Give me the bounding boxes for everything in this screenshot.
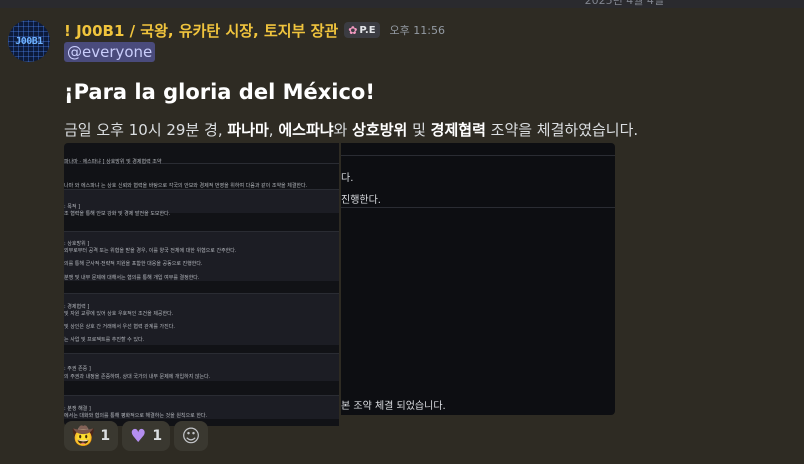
doc-separator <box>64 293 339 294</box>
top-strip: 2025년 4월 4일 <box>0 0 804 8</box>
doc-line: 의 주권과 내정을 존중하며, 상대 국가의 내부 문제에 개입하지 않는다. <box>64 374 211 380</box>
body-part: , <box>268 121 279 139</box>
body-part: 조약을 체결하였습니다. <box>485 121 639 139</box>
body-part: 와 <box>333 121 353 139</box>
date-divider: 2025년 4월 4일 <box>584 0 664 7</box>
body-bold-spain: 에스파냐 <box>278 121 334 139</box>
doc-line: 에서는 대화와 협의를 통해 평화적으로 해결하는 것을 원칙으로 한다. <box>64 413 208 419</box>
headline: ¡Para la gloria del México! <box>64 80 375 104</box>
reaction-count: 1 <box>152 428 163 444</box>
doc-line: 본 조약 체결 되었습니다. <box>341 401 446 412</box>
timestamp[interactable]: 오후 11:56 <box>390 22 445 38</box>
cowboy-face-icon: 🤠 <box>72 425 95 447</box>
doc-line: 조 협력을 통해 안보 강화 및 경제 발전을 도모한다. <box>64 211 171 217</box>
body-bold-panama: 파나마 <box>227 121 269 139</box>
reaction-purple-heart[interactable]: ♥ 1 <box>122 421 171 451</box>
doc-line: 는 사업 및 프로젝트를 추진할 수 있다. <box>64 337 145 343</box>
body-bold-economy: 경제협력 <box>430 121 486 139</box>
doc-line: 외부로부터 공격 또는 위협을 받을 경우, 이를 양국 전체에 대한 위협으로… <box>64 248 237 254</box>
message-body: 금일 오후 10시 29분 경, 파나마, 에스파냐와 상호방위 및 경제협력 … <box>64 119 638 140</box>
everyone-mention[interactable]: @everyone <box>64 42 156 62</box>
doc-line: 분쟁 및 내부 문제에 대해서는 협의를 통해 개입 여부를 결정한다. <box>64 275 200 281</box>
username[interactable]: ! J00B1 / 국왕, 유카탄 시장, 토지부 장관 <box>64 20 338 41</box>
doc-separator <box>64 353 339 354</box>
avatar[interactable]: J00B1 <box>8 20 50 62</box>
reaction-count: 1 <box>100 428 111 444</box>
attachment-image-left[interactable]: 파나마 · 에스파냐 ] 상호방위 및 경제협력 조약 나마 와 에스파냐 는 … <box>64 143 339 426</box>
doc-line: : 상호방위 ] <box>64 241 90 247</box>
reactions-bar: 🤠 1 ♥ 1 ☺ <box>64 421 209 451</box>
body-bold-defense: 상호방위 <box>352 121 408 139</box>
message-header: ! J00B1 / 국왕, 유카탄 시장, 토지부 장관 ✿ P.E 오후 11… <box>64 20 445 40</box>
flower-icon: ✿ <box>348 23 358 37</box>
reaction-cowboy[interactable]: 🤠 1 <box>64 421 119 451</box>
body-part: 금일 오후 10시 29분 경, <box>64 121 228 139</box>
doc-line: : 목적 ] <box>64 204 81 210</box>
doc-line: : 분쟁 해결 ] <box>64 406 91 412</box>
add-reaction-icon: ☺ <box>181 425 201 447</box>
body-part: 및 <box>407 121 431 139</box>
doc-line: 및 상인은 상호 간 거래에서 우선 협력 관계를 가진다. <box>64 324 175 330</box>
avatar-text: J00B1 <box>15 35 43 47</box>
doc-separator <box>64 231 339 232</box>
doc-line: 진행한다. <box>341 195 381 206</box>
doc-line: 및 자원 교류에 있어 상호 우호적인 조건을 제공한다. <box>64 311 174 317</box>
doc-line: 의를 통해 군사적·전략적 지원을 포함한 대응을 공동으로 진행한다. <box>64 261 203 267</box>
purple-heart-icon: ♥ <box>130 425 147 447</box>
doc-separator <box>64 395 339 396</box>
doc-separator <box>341 155 615 156</box>
message: J00B1 ! J00B1 / 국왕, 유카탄 시장, 토지부 장관 ✿ P.E… <box>0 8 804 464</box>
doc-line: 다. <box>341 173 354 184</box>
doc-line: 파나마 · 에스파냐 ] 상호방위 및 경제협력 조약 <box>64 159 162 165</box>
role-tag[interactable]: ✿ P.E <box>344 22 380 38</box>
role-tag-label: P.E <box>359 24 376 36</box>
add-reaction-button[interactable]: ☺ <box>174 421 209 451</box>
doc-separator <box>64 189 339 190</box>
attachment-image-right[interactable]: 다. 진행한다. 본 조약 체결 되었습니다. <box>341 143 615 415</box>
doc-line: : 주권 존중 ] <box>64 366 91 372</box>
doc-line: : 경제협력 ] <box>64 304 90 310</box>
doc-separator <box>341 207 615 208</box>
doc-line: 나마 와 에스파냐 는 상호 신뢰와 협력을 바탕으로 각국의 안보와 경제적 … <box>64 183 308 189</box>
